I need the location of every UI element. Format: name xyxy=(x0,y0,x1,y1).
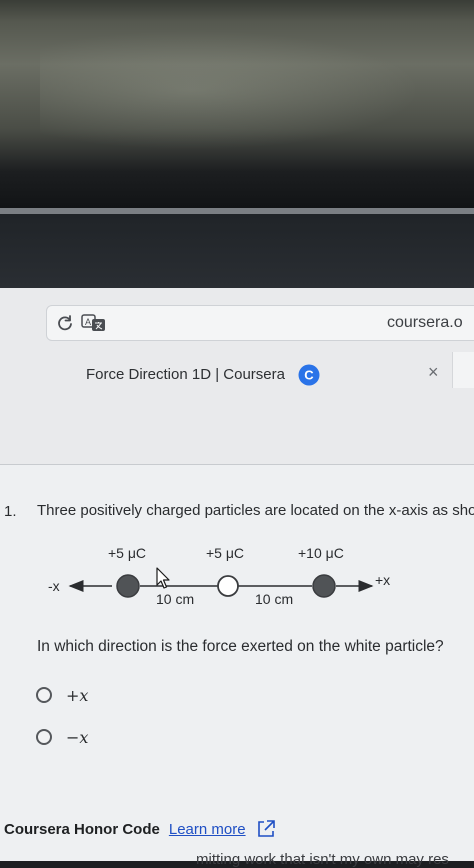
screen-dark-region xyxy=(0,214,474,288)
distance-label-1: 10 cm xyxy=(156,591,194,607)
coursera-favicon-icon: C xyxy=(298,364,320,386)
new-tab-edge[interactable] xyxy=(452,352,474,388)
option-positive-x[interactable]: +x xyxy=(36,682,88,708)
background-environment xyxy=(0,0,474,215)
quiz-content: 1. Three positively charged particles ar… xyxy=(0,465,474,868)
svg-text:A: A xyxy=(85,317,91,327)
charge-label-right: +10 μC xyxy=(298,545,344,561)
honor-code-statement: mitting work that isn't my own may res xyxy=(196,851,449,868)
browser-window: A coursera.o Force Direction 1D | Course… xyxy=(0,288,474,868)
question-text: Three positively charged particles are l… xyxy=(37,502,474,519)
axis-neg-label: -x xyxy=(48,578,60,594)
particle-right xyxy=(312,574,336,598)
option-label: −x xyxy=(66,727,89,747)
url-text[interactable]: coursera.o xyxy=(387,314,463,332)
favicon-letter: C xyxy=(304,368,314,383)
axis-pos-label: +x xyxy=(375,572,390,588)
distance-label-2: 10 cm xyxy=(255,591,293,607)
external-link-icon[interactable] xyxy=(256,819,276,839)
honor-code-title: Coursera Honor Code xyxy=(4,820,160,838)
question-number: 1. xyxy=(4,503,17,520)
learn-more-link[interactable]: Learn more xyxy=(169,821,246,838)
tab-title[interactable]: Force Direction 1D | Coursera xyxy=(86,366,285,383)
radio-button[interactable] xyxy=(36,687,52,703)
close-icon[interactable]: × xyxy=(428,362,439,383)
particle-left xyxy=(116,574,140,598)
charge-label-left: +5 μC xyxy=(108,545,146,561)
background-blur xyxy=(40,30,420,150)
mouse-cursor-icon xyxy=(156,567,170,589)
charge-diagram: -x +x +5 μC +5 μC +10 μC 10 cm 10 cm xyxy=(0,535,474,615)
honor-code-row: Coursera Honor Code Learn more xyxy=(4,819,276,839)
option-label: +x xyxy=(66,685,89,705)
radio-button[interactable] xyxy=(36,729,52,745)
address-bar[interactable]: A coursera.o xyxy=(46,305,474,341)
translate-icon[interactable]: A xyxy=(81,313,107,333)
particle-white xyxy=(217,575,239,597)
question-prompt: In which direction is the force exerted … xyxy=(37,638,444,655)
option-negative-x[interactable]: −x xyxy=(36,724,88,750)
reload-icon[interactable] xyxy=(55,313,75,333)
charge-diagram-svg: -x +x +5 μC +5 μC +10 μC 10 cm 10 cm xyxy=(48,545,390,607)
charge-label-white: +5 μC xyxy=(206,545,244,561)
